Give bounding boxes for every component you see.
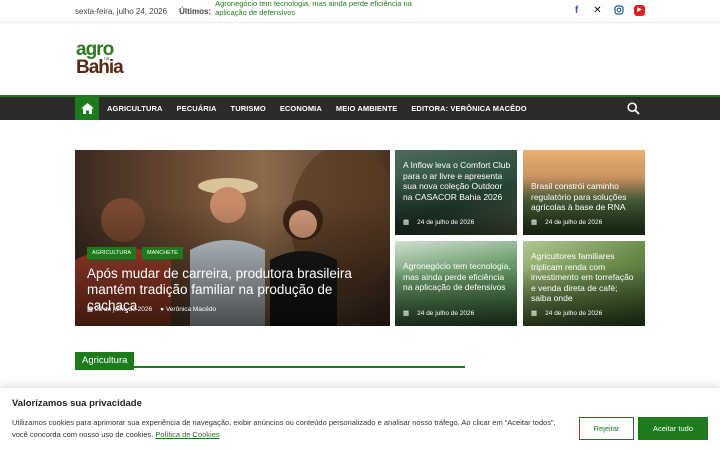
featured-meta: ▦ 23 de julho de 2026 ● Verônica Macêdo (87, 305, 216, 314)
cookie-policy-link[interactable]: Política de Cookies (155, 430, 219, 439)
cookie-text: Utilizamos cookies para aprimorar sua ex… (12, 418, 556, 439)
calendar-icon: ▦ (531, 219, 538, 226)
search-button[interactable] (627, 102, 640, 120)
featured-date: 23 de julho de 2026 (94, 306, 153, 313)
user-icon: ● (160, 305, 165, 313)
card-title[interactable]: A Inflow leva o Comfort Club para o ar l… (403, 160, 511, 202)
card-title[interactable]: Brasil constrói caminho regulatório para… (531, 181, 639, 213)
current-date: sexta-feira, julho 24, 2026 (75, 6, 168, 16)
logo-small: na (104, 56, 110, 62)
site-header: agro Bahia na (0, 22, 720, 94)
featured-grid: AGRICULTURA MANCHETE Após mudar de carre… (75, 150, 645, 326)
card-date: 24 de julho de 2026 (417, 309, 475, 317)
social-links: f ✕ ▶ (571, 5, 645, 16)
card-title[interactable]: Agronegócio tem tecnologia, mas ainda pe… (403, 261, 511, 293)
main-navigation: AGRICULTURA PECUÁRIA TURISMO ECONOMIA ME… (0, 95, 720, 120)
article-card-3[interactable]: Agronegócio tem tecnologia, mas ainda pe… (395, 241, 517, 326)
card-title[interactable]: Agricultores familiares triplicam renda … (531, 251, 639, 304)
nav-pecuaria[interactable]: PECUÁRIA (177, 104, 217, 113)
home-button[interactable] (75, 97, 99, 120)
site-logo[interactable]: agro Bahia na (76, 40, 136, 81)
cookie-heading: Valorizamos sua privacidade (12, 398, 142, 409)
section-title[interactable]: Agricultura (75, 352, 135, 370)
cookie-banner: Valorizamos sua privacidade Utilizamos c… (0, 388, 720, 450)
top-bar: sexta-feira, julho 24, 2026 Últimos: Agr… (0, 0, 720, 22)
featured-author[interactable]: Verônica Macêdo (166, 306, 216, 313)
featured-article[interactable]: AGRICULTURA MANCHETE Após mudar de carre… (75, 150, 390, 326)
calendar-icon: ▦ (403, 219, 410, 226)
article-card-2[interactable]: Brasil constrói caminho regulatório para… (523, 150, 645, 235)
x-icon[interactable]: ✕ (592, 5, 603, 16)
nav-editora[interactable]: EDITORA: VERÔNICA MACÊDO (411, 104, 526, 113)
tag-manchete[interactable]: MANCHETE (142, 247, 183, 259)
card-date: 24 de julho de 2026 (545, 309, 603, 317)
nav-economia[interactable]: ECONOMIA (280, 104, 322, 113)
card-date: 24 de julho de 2026 (545, 218, 603, 226)
nav-meio-ambiente[interactable]: MEIO AMBIENTE (336, 104, 397, 113)
home-icon (80, 103, 94, 114)
reject-button[interactable]: Rejeitar (579, 417, 634, 440)
nav-turismo[interactable]: TURISMO (231, 104, 266, 113)
calendar-icon: ▦ (531, 310, 538, 317)
news-ticker[interactable]: Agronegócio tem tecnologia, mas ainda pe… (215, 0, 415, 17)
calendar-icon: ▦ (403, 310, 410, 317)
youtube-icon[interactable]: ▶ (634, 5, 645, 16)
article-card-4[interactable]: Agricultores familiares triplicam renda … (523, 241, 645, 326)
facebook-icon[interactable]: f (571, 5, 582, 16)
article-card-1[interactable]: A Inflow leva o Comfort Club para o ar l… (395, 150, 517, 235)
card-date: 24 de julho de 2026 (417, 218, 475, 226)
nav-agricultura[interactable]: AGRICULTURA (107, 104, 163, 113)
tag-agricultura[interactable]: AGRICULTURA (87, 247, 137, 259)
section-header-agricultura: Agricultura (75, 350, 465, 370)
accept-all-button[interactable]: Aceitar tudo (638, 417, 708, 440)
latest-label: Últimos: (179, 6, 212, 16)
instagram-icon[interactable] (613, 5, 624, 16)
calendar-icon: ▦ (87, 306, 94, 313)
search-icon (627, 102, 640, 115)
